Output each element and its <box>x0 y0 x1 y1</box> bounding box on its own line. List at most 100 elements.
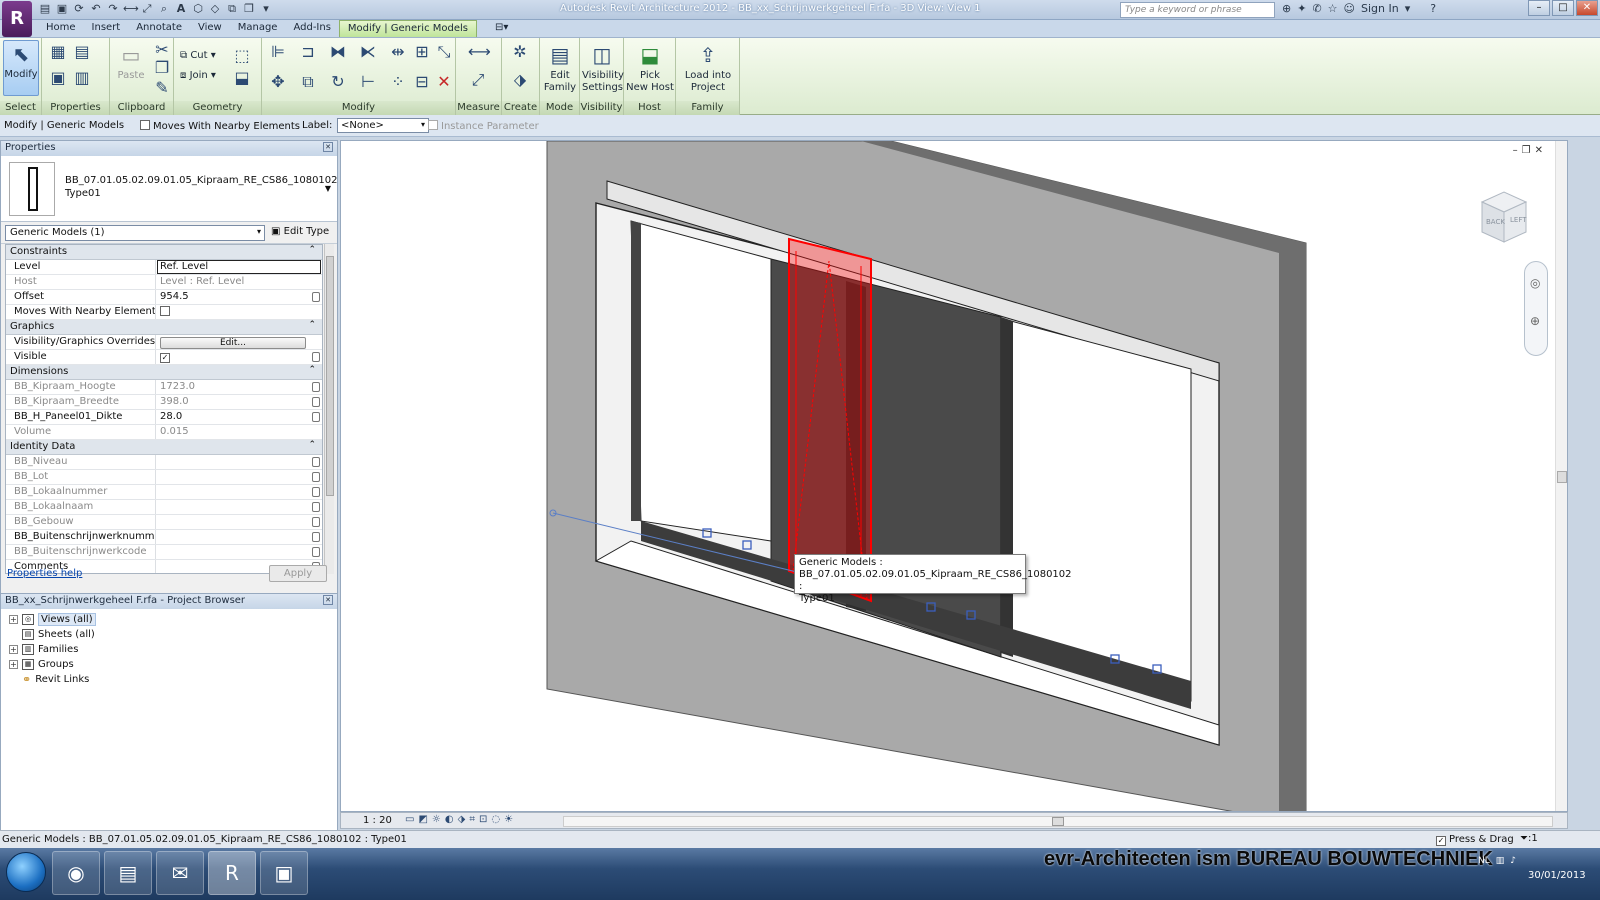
viewcube[interactable]: BACK LEFT <box>1474 186 1534 246</box>
section-icon[interactable]: ◇ <box>208 2 222 16</box>
ribbon-minimize-toggle[interactable]: ⊟▾ <box>487 20 516 37</box>
associate-parameter-icon[interactable] <box>312 412 320 422</box>
split-icon[interactable]: ⇹ <box>388 42 408 62</box>
associate-parameter-icon[interactable] <box>312 352 320 362</box>
chrome-taskbar-icon[interactable]: ◉ <box>52 851 100 895</box>
tag-icon[interactable]: ⌕ <box>157 2 171 16</box>
group-graphics[interactable]: Graphics ⌃ <box>6 320 322 335</box>
panel-properties-label[interactable]: Properties <box>42 101 109 115</box>
collapse-icon[interactable]: ⌃ <box>308 320 316 330</box>
expand-icon[interactable]: + <box>9 614 18 624</box>
load-into-project-button[interactable]: ⇪ Load into Project <box>680 42 736 94</box>
zoom-icon[interactable]: ⊕ <box>1530 314 1540 328</box>
copy-icon[interactable]: ❐ <box>152 58 172 78</box>
close-icon[interactable]: ✕ <box>1576 0 1598 16</box>
taskbar-clock[interactable]: 30/01/2013 <box>1528 870 1586 881</box>
collapse-icon[interactable]: ⌃ <box>308 365 316 375</box>
tree-item-revit-links[interactable]: ⚭ Revit Links <box>22 672 89 686</box>
close-hidden-windows-icon[interactable]: ⧉ <box>225 2 239 16</box>
reveal-hidden-icon[interactable]: ☀ <box>504 814 513 825</box>
visual-style-icon[interactable]: ◩ <box>418 814 427 825</box>
help-icon[interactable]: ? <box>1430 2 1436 15</box>
model-drawing[interactable] <box>341 141 1568 812</box>
customize-qat-icon[interactable]: ▾ <box>259 2 273 16</box>
explorer-taskbar-icon[interactable]: ▤ <box>104 851 152 895</box>
family-types-icon[interactable]: ▦ <box>48 42 68 62</box>
outlook-taskbar-icon[interactable]: ✉ <box>156 851 204 895</box>
panel-family-editor-label[interactable]: Family Editor <box>676 101 739 127</box>
viewcube-left-label[interactable]: LEFT <box>1510 216 1527 224</box>
panel-mode-label[interactable]: Mode <box>540 101 579 115</box>
mirror-draw-icon[interactable]: ⧔ <box>358 42 378 62</box>
measure-between-icon[interactable]: ⟷ <box>468 42 491 62</box>
collapse-icon[interactable]: ⌃ <box>308 245 316 255</box>
steering-wheel-icon[interactable]: ◎ <box>1530 276 1540 290</box>
cut-geometry-button[interactable]: ⧉ Cut ▾ <box>180 50 216 61</box>
communication-icon[interactable]: ✆ <box>1312 2 1321 15</box>
associate-parameter-icon[interactable] <box>312 487 320 497</box>
split-face-icon[interactable]: ⬓ <box>232 68 252 88</box>
properties-palette-icon[interactable]: ▣ <box>48 68 68 88</box>
scale-icon[interactable]: ⤡ <box>434 42 454 62</box>
tab-modify-generic-models[interactable]: Modify | Generic Models <box>338 20 477 37</box>
3d-view-icon[interactable]: ⬡ <box>191 2 205 16</box>
volume-icon[interactable]: ♪ <box>1510 856 1516 866</box>
mirror-axis-icon[interactable]: ⧓ <box>328 42 348 62</box>
apply-button[interactable]: Apply <box>269 565 327 582</box>
panel-modify-label[interactable]: Modify <box>262 101 455 115</box>
measure-icon[interactable]: ⟷ <box>123 2 139 16</box>
close-icon[interactable]: ✕ <box>323 142 333 152</box>
moves-checkbox[interactable] <box>160 306 170 316</box>
rotate-icon[interactable]: ↻ <box>328 72 348 92</box>
tree-item-groups[interactable]: + ▦ Groups <box>9 657 74 671</box>
expand-icon[interactable]: + <box>9 644 18 654</box>
match-type-icon[interactable]: ✎ <box>152 78 172 98</box>
moves-with-nearby-checkbox[interactable]: Moves With Nearby Elements <box>140 120 300 132</box>
properties-help-link[interactable]: Properties help <box>7 568 82 579</box>
associate-parameter-icon[interactable] <box>312 472 320 482</box>
tab-annotate[interactable]: Annotate <box>128 20 190 37</box>
switch-windows-icon[interactable]: ❐ <box>242 2 256 16</box>
aligned-dimension-icon[interactable]: ⤢ <box>140 2 154 16</box>
chevron-down-icon[interactable]: ▼ <box>325 184 331 193</box>
array-icon[interactable]: ⁘ <box>388 72 408 92</box>
align-icon[interactable]: ⊫ <box>268 42 288 62</box>
crop-view-icon[interactable]: ⌗ <box>469 814 475 825</box>
text-icon[interactable]: A <box>174 2 188 16</box>
infocenter-search-input[interactable]: Type a keyword or phrase <box>1120 2 1275 18</box>
edit-family-button[interactable]: ▤ Edit Family <box>543 42 577 94</box>
application-menu-button[interactable]: R <box>2 1 32 37</box>
revit-taskbar-icon[interactable]: R <box>208 851 256 895</box>
collapse-icon[interactable]: ⌃ <box>308 440 316 450</box>
panel-clipboard-label[interactable]: Clipboard <box>110 101 173 115</box>
associate-parameter-icon[interactable] <box>312 382 320 392</box>
pin-icon[interactable]: ⊞ <box>412 42 432 62</box>
unpin-icon[interactable]: ⊟ <box>412 72 432 92</box>
paste-button[interactable]: ▭ Paste <box>116 42 146 82</box>
panel-select-label[interactable]: Select <box>0 101 41 115</box>
panel-host-label[interactable]: Host <box>624 101 675 115</box>
aligned-dimension-tool-icon[interactable]: ⤢ <box>468 70 488 90</box>
offset-value[interactable]: 954.5 <box>160 291 189 302</box>
filter-selection[interactable]: ⏷:1 <box>1520 833 1538 844</box>
panel-geometry-label[interactable]: Geometry <box>174 101 261 115</box>
panel-visibility-label[interactable]: Visibility <box>580 101 623 115</box>
binoculars-icon[interactable]: ⊕ <box>1282 2 1291 15</box>
sun-path-icon[interactable]: ☼ <box>432 814 441 825</box>
tab-view[interactable]: View <box>190 20 230 37</box>
detail-level-icon[interactable]: ▭ <box>405 814 414 825</box>
label-dropdown[interactable]: <None> ▾ <box>337 118 429 133</box>
associate-parameter-icon[interactable] <box>312 397 320 407</box>
expand-icon[interactable]: + <box>9 659 18 669</box>
start-button[interactable] <box>6 852 46 892</box>
show-crop-icon[interactable]: ⊡ <box>479 814 487 825</box>
panel-create-label[interactable]: Create <box>502 101 539 115</box>
properties-scrollbar[interactable] <box>324 244 334 574</box>
modify-button[interactable]: ⬉ Modify <box>3 40 39 96</box>
panel-measure-label[interactable]: Measure <box>456 101 501 115</box>
tree-item-families[interactable]: + ▥ Families <box>9 642 78 656</box>
undo-icon[interactable]: ↶ <box>89 2 103 16</box>
group-identity-data[interactable]: Identity Data ⌃ <box>6 440 322 455</box>
tab-insert[interactable]: Insert <box>84 20 129 37</box>
save-icon[interactable]: ▣ <box>55 2 69 16</box>
